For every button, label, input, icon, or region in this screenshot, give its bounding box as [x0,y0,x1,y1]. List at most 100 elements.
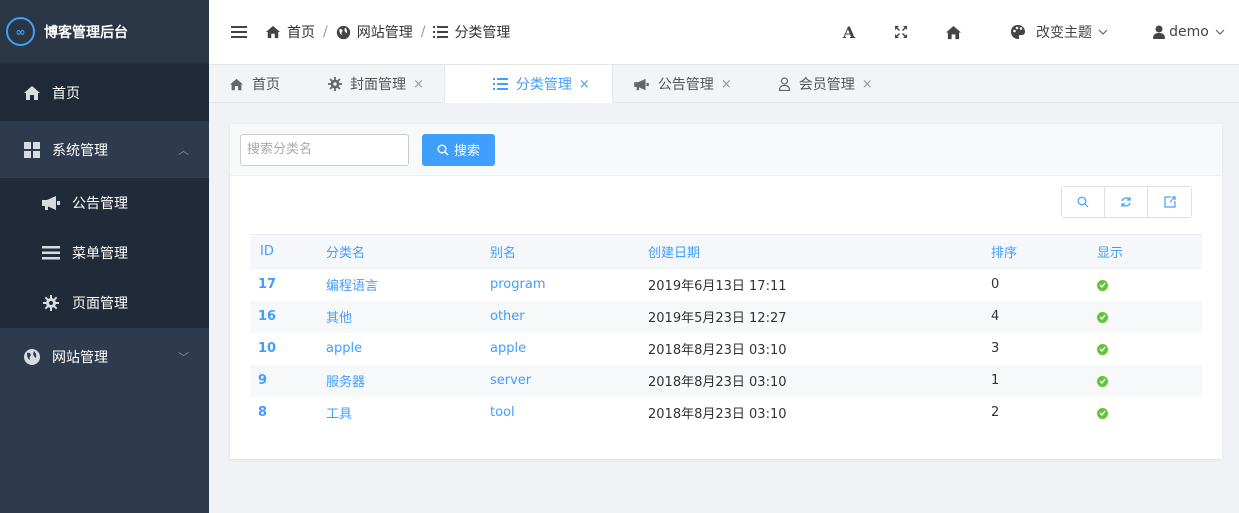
table-header-row: ID 分类名 别名 创建日期 排序 显示 [250,234,1202,269]
megaphone-icon [40,193,62,213]
tab-home[interactable]: 首页 [209,65,308,103]
theme-dropdown[interactable]: 改变主题 [979,0,1139,64]
column-header-id[interactable]: ID [250,234,326,269]
toolbar-search-button[interactable] [1062,187,1105,217]
cell-display[interactable] [1097,300,1202,333]
cell-alias: tool [490,405,515,420]
search-button-label: 搜索 [453,144,480,159]
table-toolbar [1061,186,1192,218]
cell-date: 2018年8月23日 03:10 [648,364,991,397]
user-dropdown[interactable]: demo [1139,0,1239,64]
category-table: ID 分类名 别名 创建日期 排序 显示 17 编程语言 program 201… [250,234,1202,429]
tab-label: 分类管理 [515,77,572,93]
check-icon [1097,407,1108,419]
cell-sort: 2 [991,405,1000,420]
column-header-display[interactable]: 显示 [1097,234,1202,269]
column-header-sort[interactable]: 排序 [991,234,1097,269]
search-button[interactable]: 搜索 [422,133,495,166]
column-header-alias[interactable]: 别名 [490,234,648,269]
table-row[interactable]: 10 apple apple 2018年8月23日 03:10 3 [250,333,1202,365]
breadcrumb-category: 分类管理 [433,22,510,42]
breadcrumb-label: 分类管理 [454,25,511,41]
cell-name[interactable]: apple [326,333,490,365]
table-row[interactable]: 16 其他 other 2019年5月23日 12:27 4 [250,300,1202,333]
cell-sort: 4 [991,300,1097,333]
cell-alias: server [490,364,648,397]
close-icon[interactable]: × [721,77,732,92]
list-icon [433,26,449,38]
toolbar-export-button[interactable] [1148,187,1191,217]
list-icon [492,78,508,90]
sidebar-item-label: 公告管理 [72,196,128,212]
sidebar-item-label: 菜单管理 [72,246,128,262]
sidebar-item-label: 页面管理 [72,296,128,312]
home-button[interactable] [927,0,979,64]
close-icon[interactable]: × [579,77,590,92]
globe-icon [336,25,350,39]
cell-name[interactable]: 编程语言 [326,269,490,301]
sidebar-item-menu[interactable]: 菜单管理 [0,228,209,278]
close-icon[interactable]: × [413,77,424,92]
breadcrumb-separator: / [420,24,426,40]
cell-sort: 3 [991,341,1000,356]
page-tabs: 首页 封面管理 × 分类管理 × 公告管理 × 会员管理 × [209,65,1239,103]
tab-member[interactable]: 会员管理 × [758,65,885,103]
cell-alias: program [490,277,546,293]
cell-date: 2018年8月23日 03:10 [648,343,787,358]
search-input[interactable] [240,133,409,166]
megaphone-icon [634,78,649,90]
chevron-down-icon: ﹀ [178,350,189,364]
table-row[interactable]: 17 编程语言 program 2019年6月13日 17:11 0 [250,269,1202,301]
username: demo [1169,24,1209,40]
sidebar-item-website[interactable]: 网站管理 ﹀ [0,328,209,385]
sidebar-item-page[interactable]: 页面管理 [0,278,209,328]
cell-display[interactable] [1097,269,1202,301]
refresh-icon [1121,197,1131,207]
category-card: 搜索 ID 分类名 别名 创建日期 [230,124,1222,459]
menu-toggle-icon[interactable] [231,23,247,41]
column-header-date[interactable]: 创建日期 [648,234,991,269]
sidebar-item-label: 网站管理 [52,349,108,366]
home-icon [22,83,42,103]
cell-id: 10 [258,341,277,356]
cell-date: 2019年6月13日 17:11 [648,279,787,295]
breadcrumb-label: 网站管理 [356,25,413,41]
logo-area[interactable]: ∞ 博客管理后台 [0,0,209,64]
breadcrumb-label: 首页 [287,25,315,41]
chevron-down-icon [1215,29,1225,35]
cell-name[interactable]: 工具 [326,397,490,429]
cell-id: 8 [258,405,268,420]
table-row[interactable]: 9 服务器 server 2018年8月23日 03:10 1 [250,364,1202,397]
close-icon[interactable]: × [862,77,873,92]
tab-label: 首页 [252,77,280,93]
breadcrumb-website[interactable]: 网站管理 [336,22,413,42]
cell-name[interactable]: 服务器 [326,364,490,397]
tab-cover[interactable]: 封面管理 × [308,65,444,103]
tab-category[interactable]: 分类管理 × [443,65,613,103]
cell-display[interactable] [1097,397,1202,429]
tab-label: 会员管理 [798,77,855,93]
table-row[interactable]: 8 工具 tool 2018年8月23日 03:10 2 [250,397,1202,429]
app-root: ∞ 博客管理后台 首页 系统管理 ︿ 公告管理 菜单管理 页面管理 网站管理 ﹀… [0,0,1239,513]
check-icon [1097,375,1108,387]
column-header-name[interactable]: 分类名 [326,234,490,269]
logo-icon: ∞ [6,17,35,46]
font-size-button[interactable]: A [823,0,875,64]
cell-display[interactable] [1097,333,1202,365]
sidebar-item-home[interactable]: 首页 [0,64,209,121]
toolbar-refresh-button[interactable] [1105,187,1148,217]
export-icon [1163,196,1176,208]
user-icon [1153,25,1166,39]
fullscreen-button[interactable] [875,0,927,64]
grid-icon [22,140,42,160]
tab-label: 封面管理 [350,77,406,93]
tab-notice[interactable]: 公告管理 × [613,65,758,103]
breadcrumb-home[interactable]: 首页 [265,22,315,42]
cell-name[interactable]: 其他 [326,300,490,333]
sidebar-item-notice[interactable]: 公告管理 [0,178,209,228]
expand-icon [895,26,907,38]
sidebar-item-system[interactable]: 系统管理 ︿ [0,121,209,178]
sidebar: ∞ 博客管理后台 首页 系统管理 ︿ 公告管理 菜单管理 页面管理 网站管理 ﹀ [0,0,209,513]
cell-date: 2018年8月23日 03:10 [648,407,787,422]
cell-display[interactable] [1097,364,1202,397]
